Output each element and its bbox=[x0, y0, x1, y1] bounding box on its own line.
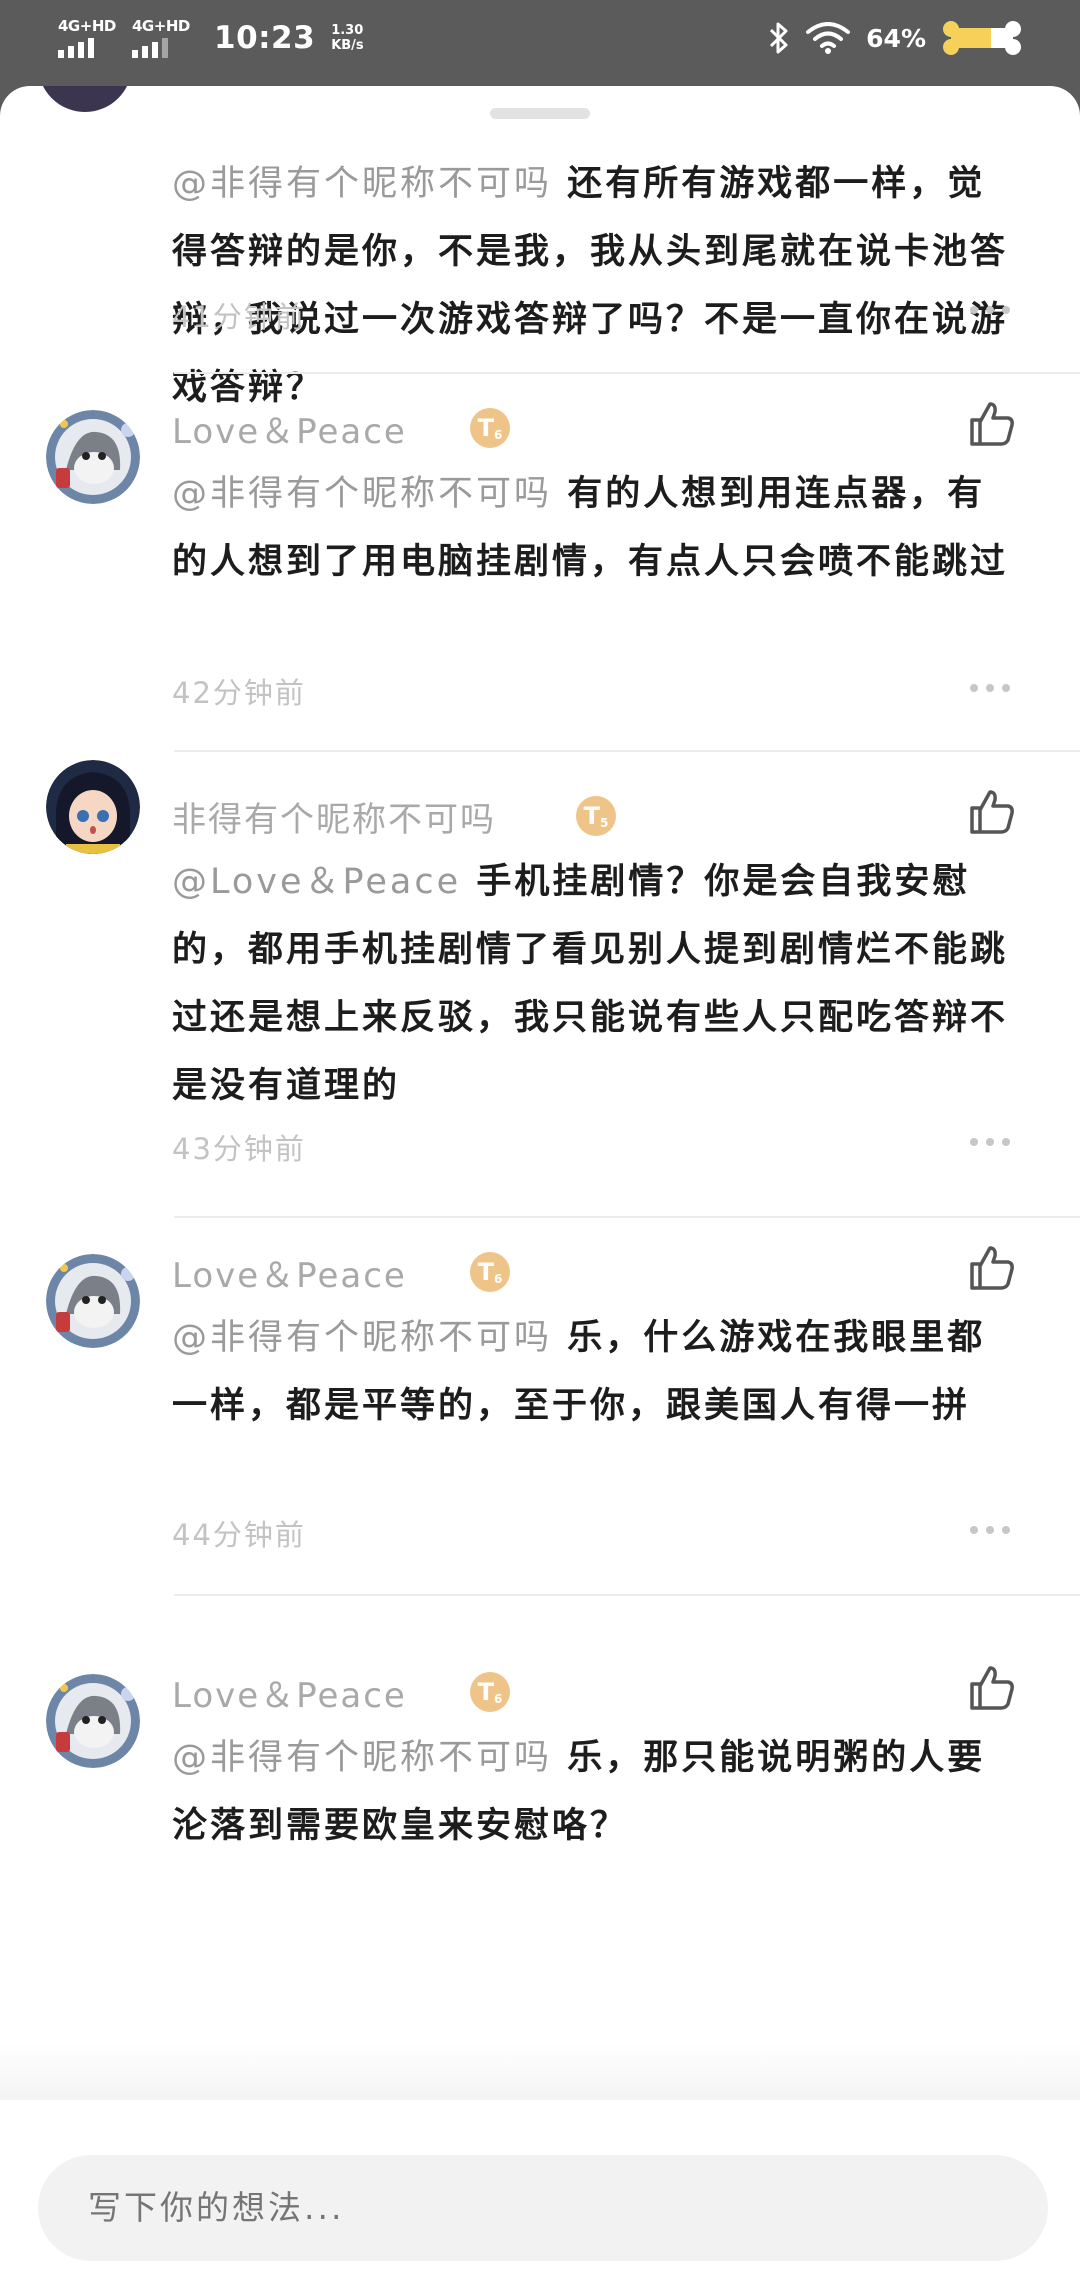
husky-avatar-icon bbox=[46, 1254, 140, 1348]
network-type-label-2: 4G+HD bbox=[132, 17, 190, 35]
badge-level: 6 bbox=[494, 428, 503, 442]
more-options-icon[interactable] bbox=[970, 1524, 1010, 1536]
signal-bars-icon bbox=[58, 36, 94, 58]
avatar[interactable] bbox=[46, 1254, 140, 1348]
comment-time: 41分钟前 bbox=[172, 300, 306, 334]
scroll-fade bbox=[0, 2044, 1080, 2100]
avatar[interactable] bbox=[38, 86, 132, 112]
network-type-label-1: 4G+HD bbox=[58, 17, 116, 35]
username[interactable]: 非得有个昵称不可吗 bbox=[172, 792, 496, 841]
comment-input[interactable] bbox=[38, 2155, 1048, 2261]
comment-time: 42分钟前 bbox=[172, 676, 306, 710]
mention-link[interactable]: @非得有个昵称不可吗 bbox=[172, 1738, 552, 1778]
comment-time: 44分钟前 bbox=[172, 1518, 306, 1552]
husky-avatar-icon bbox=[46, 410, 140, 504]
badge-letter: T bbox=[477, 1678, 494, 1706]
divider bbox=[174, 750, 1080, 752]
mention-link[interactable]: @非得有个昵称不可吗 bbox=[172, 1318, 552, 1358]
comment-text: @非得有个昵称不可吗 乐，什么游戏在我眼里都一样，都是平等的，至于你，跟美国人有… bbox=[172, 1304, 1022, 1440]
battery-percentage: 64% bbox=[866, 23, 926, 53]
badge-level: 6 bbox=[494, 1272, 503, 1286]
comments-sheet[interactable]: @非得有个昵称不可吗 还有所有游戏都一样，觉得答辩的是你，不是我，我从头到尾就在… bbox=[0, 86, 1080, 2280]
more-options-icon[interactable] bbox=[970, 1136, 1010, 1148]
divider bbox=[174, 372, 1080, 374]
comment-text: @非得有个昵称不可吗 有的人想到用连点器，有的人想到了用电脑挂剧情，有点人只会喷… bbox=[172, 460, 1022, 596]
thumbs-up-icon[interactable] bbox=[966, 786, 1018, 838]
username[interactable]: Love＆Peace bbox=[172, 1668, 407, 1717]
username[interactable]: Love＆Peace bbox=[172, 1248, 407, 1297]
bluetooth-icon bbox=[770, 22, 788, 54]
cellular-signal-2: 4G+HD bbox=[132, 18, 192, 58]
comment-text: @Love＆Peace 手机挂剧情？你是会自我安慰的，都用手机挂剧情了看见别人提… bbox=[172, 848, 1022, 1120]
badge-letter: T bbox=[583, 802, 600, 830]
level-badge: T6 bbox=[470, 1672, 510, 1712]
comment-time: 43分钟前 bbox=[172, 1132, 306, 1166]
husky-avatar-icon bbox=[46, 1674, 140, 1768]
comment-text: @非得有个昵称不可吗 乐，那只能说明粥的人要沦落到需要欧皇来安慰咯？ bbox=[172, 1724, 1022, 1860]
badge-level: 5 bbox=[600, 816, 609, 830]
mention-link[interactable]: @非得有个昵称不可吗 bbox=[172, 164, 552, 204]
battery-icon bbox=[943, 21, 1021, 55]
network-speed-value: 1.30 bbox=[331, 23, 364, 38]
mention-link[interactable]: @Love＆Peace bbox=[172, 862, 461, 902]
wifi-icon bbox=[806, 22, 851, 54]
thumbs-up-icon[interactable] bbox=[966, 1242, 1018, 1294]
network-speed-unit: KB/s bbox=[331, 38, 364, 53]
avatar[interactable] bbox=[46, 760, 140, 854]
more-options-icon[interactable] bbox=[970, 304, 1010, 316]
thumbs-up-icon[interactable] bbox=[966, 1662, 1018, 1714]
avatar[interactable] bbox=[46, 410, 140, 504]
more-options-icon[interactable] bbox=[970, 682, 1010, 694]
anime-girl-avatar-icon bbox=[46, 760, 140, 854]
badge-letter: T bbox=[477, 1258, 494, 1286]
avatar[interactable] bbox=[46, 1674, 140, 1768]
signal-bars-icon bbox=[132, 36, 168, 58]
badge-level: 6 bbox=[494, 1692, 503, 1706]
divider bbox=[174, 1594, 1080, 1596]
username[interactable]: Love＆Peace bbox=[172, 404, 407, 453]
network-speed: 1.30 KB/s bbox=[331, 23, 363, 53]
clock: 10:23 bbox=[214, 20, 316, 56]
comment-input-bar bbox=[0, 2100, 1080, 2280]
thumbs-up-icon[interactable] bbox=[966, 398, 1018, 450]
status-bar: 4G+HD 4G+HD 10:23 1.30 KB/s 64% bbox=[0, 0, 1080, 82]
level-badge: T6 bbox=[470, 1252, 510, 1292]
level-badge: T6 bbox=[470, 408, 510, 448]
cellular-signal-1: 4G+HD bbox=[58, 18, 118, 58]
divider bbox=[174, 1216, 1080, 1218]
badge-letter: T bbox=[477, 414, 494, 442]
mention-link[interactable]: @非得有个昵称不可吗 bbox=[172, 474, 552, 514]
comment-text: @非得有个昵称不可吗 还有所有游戏都一样，觉得答辩的是你，不是我，我从头到尾就在… bbox=[172, 150, 1022, 422]
level-badge: T5 bbox=[576, 796, 616, 836]
drag-handle[interactable] bbox=[490, 108, 590, 119]
